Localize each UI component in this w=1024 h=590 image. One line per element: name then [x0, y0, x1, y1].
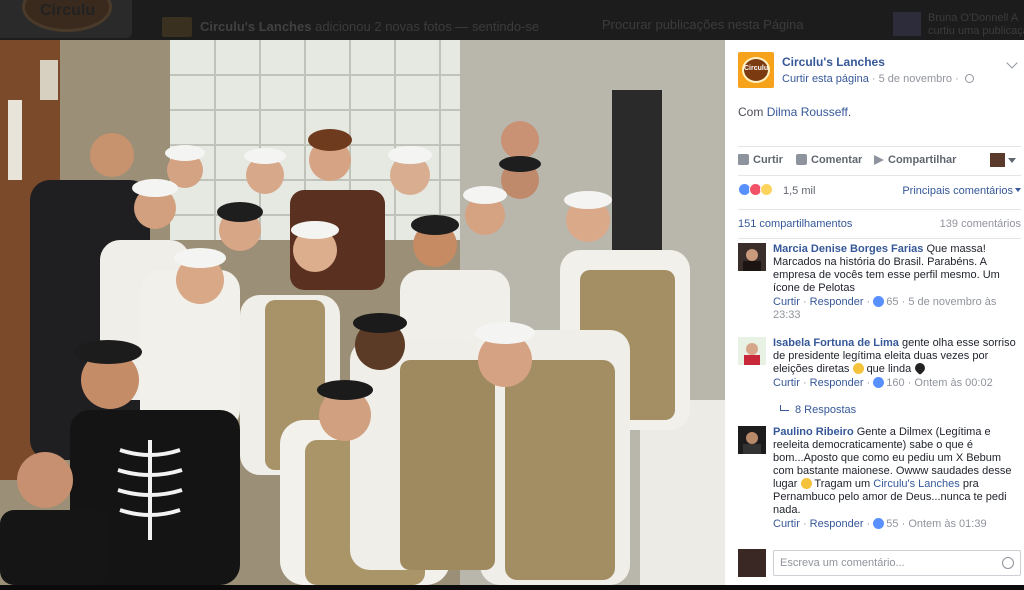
background-page-logo: Circulu [0, 0, 132, 38]
like-label: Curtir [753, 154, 783, 166]
comment-like-link[interactable]: Curtir [773, 296, 800, 308]
comment-sort-dropdown[interactable]: Principais comentários [902, 185, 1021, 197]
viewer-avatar [990, 153, 1005, 167]
photo-viewer: Circulu Circulu's Lanches adicionou 2 no… [0, 0, 1024, 590]
comment-input[interactable]: Escreva um comentário... [773, 550, 1021, 576]
with-prefix: Com [738, 105, 764, 119]
smile-emoji-icon [852, 363, 864, 374]
comment-text: Tragam um [814, 478, 871, 490]
black-heart-icon [913, 360, 928, 376]
page-name-link[interactable]: Circulu's Lanches [782, 55, 885, 69]
comments-count[interactable]: 139 comentários [940, 218, 1021, 230]
post-details-panel: Circulu Circulu's Lanches Curtir esta pá… [725, 40, 1024, 585]
reactions-count: 1,5 mil [783, 185, 816, 197]
tagged-person-link[interactable]: Dilma Rousseff [767, 105, 848, 119]
mentioned-page-link[interactable]: Circulu's Lanches [873, 478, 959, 490]
comment-reply-link[interactable]: Responder [810, 377, 864, 389]
separator: · [955, 73, 962, 85]
background-user-avatar [893, 12, 921, 36]
caret-down-icon [1015, 188, 1021, 192]
period: . [847, 105, 852, 119]
comment-likes[interactable]: 65 [886, 296, 898, 308]
comment-time[interactable]: Ontem às 01:39 [908, 518, 986, 530]
chevron-down-icon[interactable] [1006, 57, 1018, 69]
share-label: Compartilhar [888, 154, 957, 166]
comment-body: Marcia Denise Borges Farias Que massa! M… [773, 243, 1021, 322]
post-date[interactable]: 5 de novembro [879, 73, 952, 85]
shares-count-link[interactable]: 151 compartilhamentos [738, 218, 852, 230]
avatar[interactable] [738, 243, 766, 271]
caret-down-icon [1008, 158, 1016, 163]
camera-icon[interactable] [1002, 557, 1014, 569]
comment-button[interactable]: Comentar [796, 154, 862, 166]
page-logo-text: Circulu [744, 65, 769, 72]
comment-body: Isabela Fortuna de Lima gente olha esse … [773, 337, 1021, 390]
like-button[interactable]: Curtir [738, 154, 783, 166]
thumbs-up-icon [873, 296, 885, 307]
tagged-with: Com Dilma Rousseff. [738, 105, 851, 119]
comment-like-link[interactable]: Curtir [773, 518, 800, 530]
comment-meta: Curtir · Responder · 160 · Ontem às 00:0… [773, 377, 993, 389]
comment-likes[interactable]: 55 [886, 518, 898, 530]
post-header: Circulu Circulu's Lanches Curtir esta pá… [738, 51, 1018, 91]
thumbs-up-icon [738, 154, 749, 165]
background-page-name: Circulu's Lanches [200, 19, 312, 34]
write-comment-row: Escreva um comentário... [738, 548, 1021, 578]
post-as-selector[interactable] [990, 153, 1016, 169]
group-photo-image [0, 40, 725, 585]
wow-reaction-icon [760, 183, 773, 196]
comment-reply-link[interactable]: Responder [810, 296, 864, 308]
comment-likes[interactable]: 160 [886, 377, 904, 389]
background-feeling: sentindo-se [471, 19, 540, 34]
thumbs-up-icon [873, 377, 885, 388]
share-arrow-icon [874, 155, 884, 165]
comment-meta: Curtir · Responder · 55 · Ontem às 01:39 [773, 518, 987, 530]
thumbs-up-icon [873, 518, 885, 529]
comment-like-link[interactable]: Curtir [773, 377, 800, 389]
background-user-activity: Bruna O'Donnell A curtiu uma publicação [928, 12, 1024, 38]
comment-text: que linda [866, 363, 912, 375]
shares-comments-row: 151 compartilhamentos 139 comentários [738, 209, 1021, 239]
background-page-avatar [162, 17, 192, 37]
comment-input-placeholder: Escreva um comentário... [780, 557, 905, 569]
background-post-line: Circulu's Lanches adicionou 2 novas foto… [200, 19, 539, 34]
background-user-sub: curtiu uma publicação [928, 25, 1024, 37]
background-post-text: adicionou 2 novas fotos — [315, 19, 469, 34]
avatar[interactable] [738, 426, 766, 454]
background-page-header: Circulu Circulu's Lanches adicionou 2 no… [0, 0, 1024, 40]
comment-reply-link[interactable]: Responder [810, 518, 864, 530]
separator: · [871, 73, 879, 85]
comment-bubble-icon [796, 154, 807, 165]
comment-time[interactable]: 5 de novembro às 23:33 [773, 296, 996, 321]
background-logo-text: Circulu [40, 2, 96, 19]
page-logo[interactable]: Circulu [738, 52, 774, 88]
post-subline: Curtir esta página · 5 de novembro · [782, 73, 974, 85]
replies-label: 8 Respostas [795, 404, 857, 416]
follow-page-link[interactable]: Curtir esta página [782, 73, 869, 85]
comment-author-link[interactable]: Marcia Denise Borges Farias [773, 243, 923, 255]
comment-body: Paulino Ribeiro Gente a Dilmex (Legítima… [773, 426, 1021, 531]
avatar[interactable] [738, 337, 766, 365]
reactions-summary[interactable]: 1,5 mil Principais comentários [738, 182, 1021, 200]
share-button[interactable]: Compartilhar [874, 154, 956, 166]
slight-smile-emoji-icon [800, 478, 812, 489]
background-search-input: Procurar publicações nesta Página [602, 17, 804, 32]
comment-time[interactable]: Ontem às 00:02 [914, 377, 992, 389]
globe-icon [964, 74, 974, 83]
background-user-name: Bruna O'Donnell A [928, 12, 1019, 24]
post-action-bar: Curtir Comentar Compartilhar [738, 146, 1021, 176]
reply-arrow-icon [780, 405, 789, 411]
post-photo[interactable] [0, 40, 725, 585]
comment-author-link[interactable]: Paulino Ribeiro [773, 426, 854, 438]
avatar [738, 549, 766, 577]
comment-author-link[interactable]: Isabela Fortuna de Lima [773, 337, 899, 349]
comment-label: Comentar [811, 154, 863, 166]
comment-sort-label: Principais comentários [902, 185, 1013, 197]
view-replies-link[interactable]: 8 Respostas [780, 404, 856, 416]
comment-meta: Curtir · Responder · 65 · 5 de novembro … [773, 296, 997, 321]
